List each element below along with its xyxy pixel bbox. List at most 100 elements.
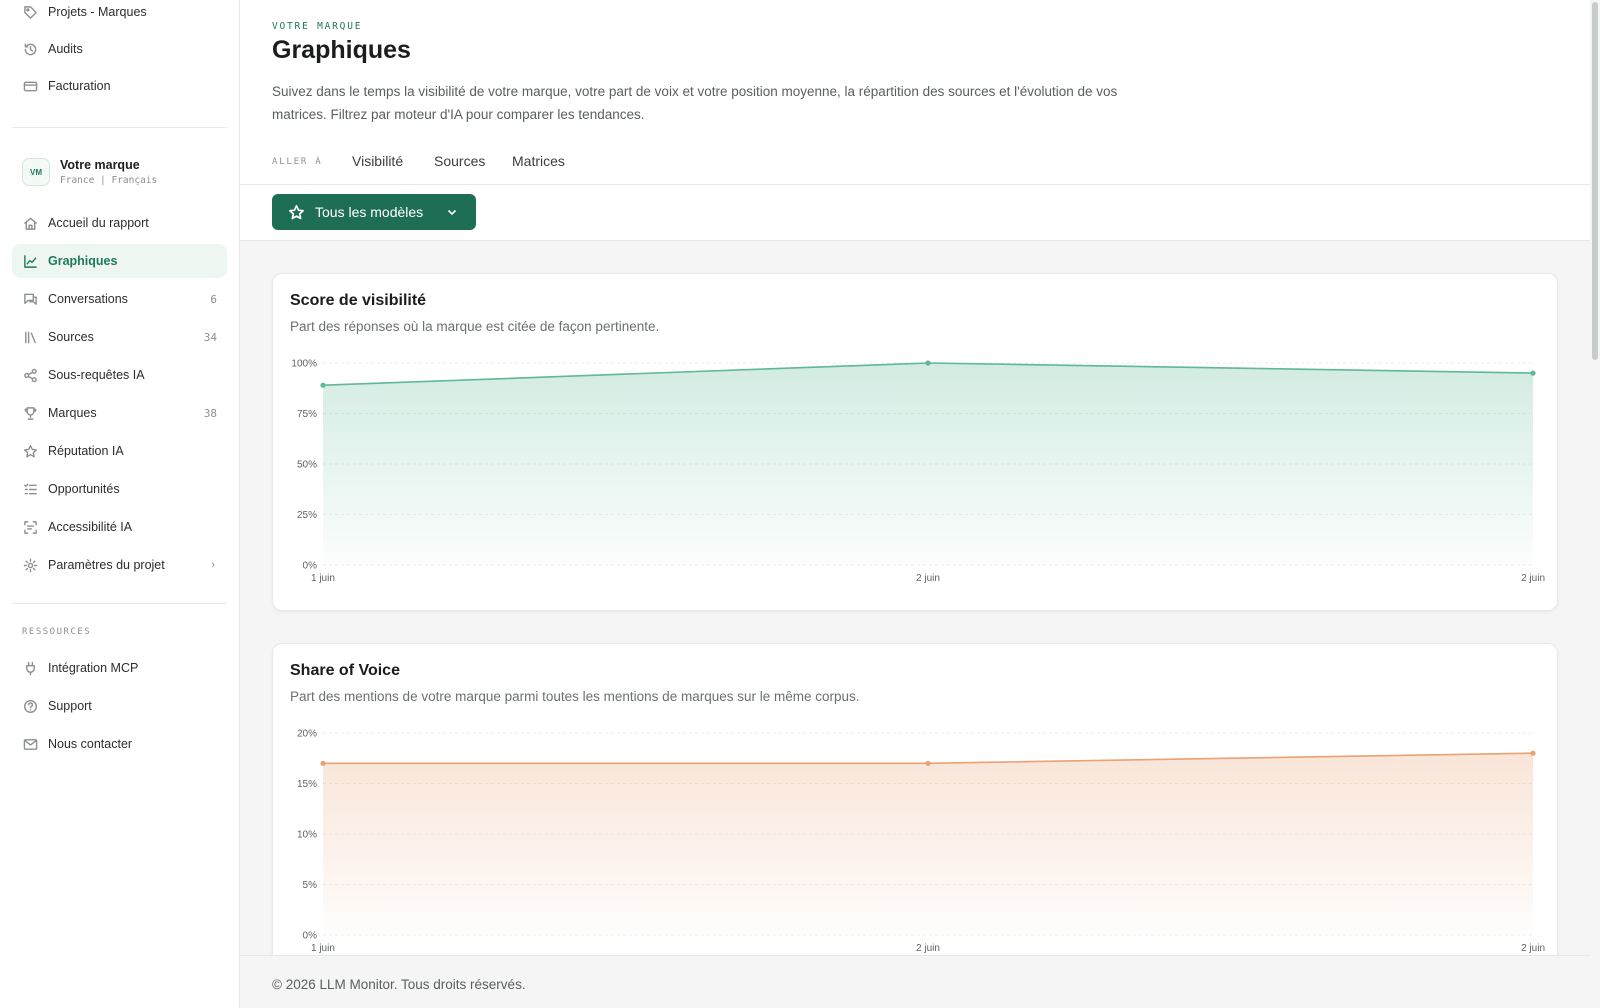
x-tick-label: 2 juin <box>1521 573 1545 584</box>
page-footer: © 2026 LLM Monitor. Tous droits réservés… <box>240 955 1590 1008</box>
y-tick-label: 20% <box>297 729 317 740</box>
scrollbar[interactable] <box>1590 0 1600 1008</box>
sidebar-item-label: Graphiques <box>48 254 118 268</box>
plug-icon <box>22 660 38 676</box>
y-tick-label: 10% <box>297 830 317 841</box>
data-point[interactable] <box>925 760 931 766</box>
sidebar-item-audits[interactable]: Audits <box>12 32 227 66</box>
chevron-down-icon <box>447 209 457 216</box>
sidebar-item-label: Sources <box>48 330 94 344</box>
brand-name: Votre marque <box>60 158 140 172</box>
chat-icon <box>22 291 38 307</box>
share-nodes-icon <box>22 367 38 383</box>
y-tick-label: 50% <box>297 460 317 471</box>
data-point[interactable] <box>1530 750 1536 756</box>
sidebar-item-support[interactable]: Support <box>12 689 227 723</box>
x-tick-label: 2 juin <box>1521 943 1545 954</box>
brand-meta: France | Français <box>60 175 158 186</box>
sidebar-item-count: 6 <box>210 292 217 306</box>
footer-copyright: © 2026 LLM Monitor. Tous droits réservés… <box>272 977 526 992</box>
tag-icon <box>22 4 38 20</box>
sidebar-item-label: Audits <box>48 42 83 56</box>
sidebar-item-sources[interactable]: Sources 34 <box>12 320 227 354</box>
sidebar-item-label: Marques <box>48 406 97 420</box>
sidebar-item-graphiques[interactable]: Graphiques <box>12 244 227 278</box>
y-tick-label: 0% <box>303 561 318 572</box>
sidebar-item-count: 34 <box>203 330 217 344</box>
sidebar-item-sous-requetes[interactable]: Sous-requêtes IA <box>12 358 227 392</box>
x-tick-label: 2 juin <box>916 573 940 584</box>
home-icon <box>22 215 38 231</box>
data-point[interactable] <box>320 382 326 388</box>
resources-section-label: RESSOURCES <box>22 627 92 637</box>
x-tick-label: 1 juin <box>311 573 335 584</box>
model-filter-dropdown[interactable]: Tous les modèles <box>272 194 476 230</box>
y-tick-label: 15% <box>297 779 317 790</box>
tab-matrices[interactable]: Matrices <box>512 153 565 169</box>
sidebar-item-label: Opportunités <box>48 482 120 496</box>
scan-icon <box>22 519 38 535</box>
trophy-icon <box>22 405 38 421</box>
y-tick-label: 5% <box>303 880 318 891</box>
brand-avatar: VM <box>22 158 50 186</box>
sidebar-item-label: Conversations <box>48 292 128 306</box>
sidebar-item-label: Réputation IA <box>48 444 124 458</box>
sidebar-item-label: Accessibilité IA <box>48 520 133 534</box>
sidebar-item-label: Intégration MCP <box>48 661 139 675</box>
x-tick-label: 1 juin <box>311 943 335 954</box>
star-icon <box>22 443 38 459</box>
y-tick-label: 75% <box>297 409 317 420</box>
mail-icon <box>22 736 38 752</box>
sidebar-item-projets-marques[interactable]: Projets - Marques <box>12 0 227 29</box>
sidebar-item-contact[interactable]: Nous contacter <box>12 727 227 761</box>
sidebar-item-marques[interactable]: Marques 38 <box>12 396 227 430</box>
help-circle-icon <box>22 698 38 714</box>
sidebar-item-label: Support <box>48 699 92 713</box>
sidebar-item-reputation[interactable]: Réputation IA <box>12 434 227 468</box>
y-tick-label: 25% <box>297 510 317 521</box>
sidebar-item-label: Nous contacter <box>48 737 133 751</box>
main-content: VOTRE MARQUE Graphiques Suivez dans le t… <box>240 0 1590 1008</box>
sidebar-item-label: Facturation <box>48 79 111 93</box>
page-title: Graphiques <box>272 36 411 64</box>
sidebar-item-label: Paramètres du projet <box>48 558 165 572</box>
data-point[interactable] <box>1530 370 1536 376</box>
credit-card-icon <box>22 78 38 94</box>
sidebar-item-opportunites[interactable]: Opportunités <box>12 472 227 506</box>
series-area <box>323 753 1533 935</box>
page-description: Suivez dans le temps la visibilité de vo… <box>272 84 1118 122</box>
y-tick-label: 0% <box>303 931 318 942</box>
model-filter-label: Tous les modèles <box>315 204 424 220</box>
series-area <box>323 363 1533 565</box>
sidebar-item-accueil[interactable]: Accueil du rapport <box>12 206 227 240</box>
sidebar-divider <box>12 127 227 128</box>
sidebar-item-integration-mcp[interactable]: Intégration MCP <box>12 651 227 685</box>
data-point[interactable] <box>320 760 326 766</box>
brand-switcher[interactable]: VM Votre marque France | Français <box>22 156 222 188</box>
star-icon <box>289 204 304 219</box>
checklist-icon <box>22 481 38 497</box>
x-tick-label: 2 juin <box>916 943 940 954</box>
sidebar: Projets - Marques Audits Facturation VM … <box>0 0 240 1008</box>
sidebar-item-parametres[interactable]: Paramètres du projet › <box>12 548 227 582</box>
sidebar-item-conversations[interactable]: Conversations 6 <box>12 282 227 316</box>
chart-line-icon <box>22 253 38 269</box>
y-tick-label: 100% <box>291 359 317 370</box>
chevron-right-icon: › <box>211 559 215 571</box>
visibility-chart-card: Score de visibilité Part des réponses où… <box>272 273 1558 611</box>
section-tabs: ALLER À Visibilité Sources Matrices <box>240 144 1590 185</box>
visibility-chart: 0% 25% 50% 75% 100% 1 juin 2 juin 2 juin <box>291 359 1545 585</box>
goto-label: ALLER À <box>272 157 323 167</box>
page-header: VOTRE MARQUE Graphiques Suivez dans le t… <box>240 0 1590 241</box>
sidebar-item-facturation[interactable]: Facturation <box>12 69 227 103</box>
page-eyebrow: VOTRE MARQUE <box>272 21 363 32</box>
share-of-voice-chart: 0% 5% 10% 15% 20% 1 juin 2 juin 2 juin <box>297 729 1545 955</box>
data-point[interactable] <box>925 360 931 366</box>
share-of-voice-chart-card: Share of Voice Part des mentions de votr… <box>272 643 1558 973</box>
tab-visibilite[interactable]: Visibilité <box>352 153 403 169</box>
scrollbar-thumb[interactable] <box>1592 2 1598 360</box>
sidebar-item-label: Sous-requêtes IA <box>48 368 145 382</box>
history-icon <box>22 41 38 57</box>
tab-sources[interactable]: Sources <box>434 153 485 169</box>
sidebar-item-accessibilite[interactable]: Accessibilité IA <box>12 510 227 544</box>
